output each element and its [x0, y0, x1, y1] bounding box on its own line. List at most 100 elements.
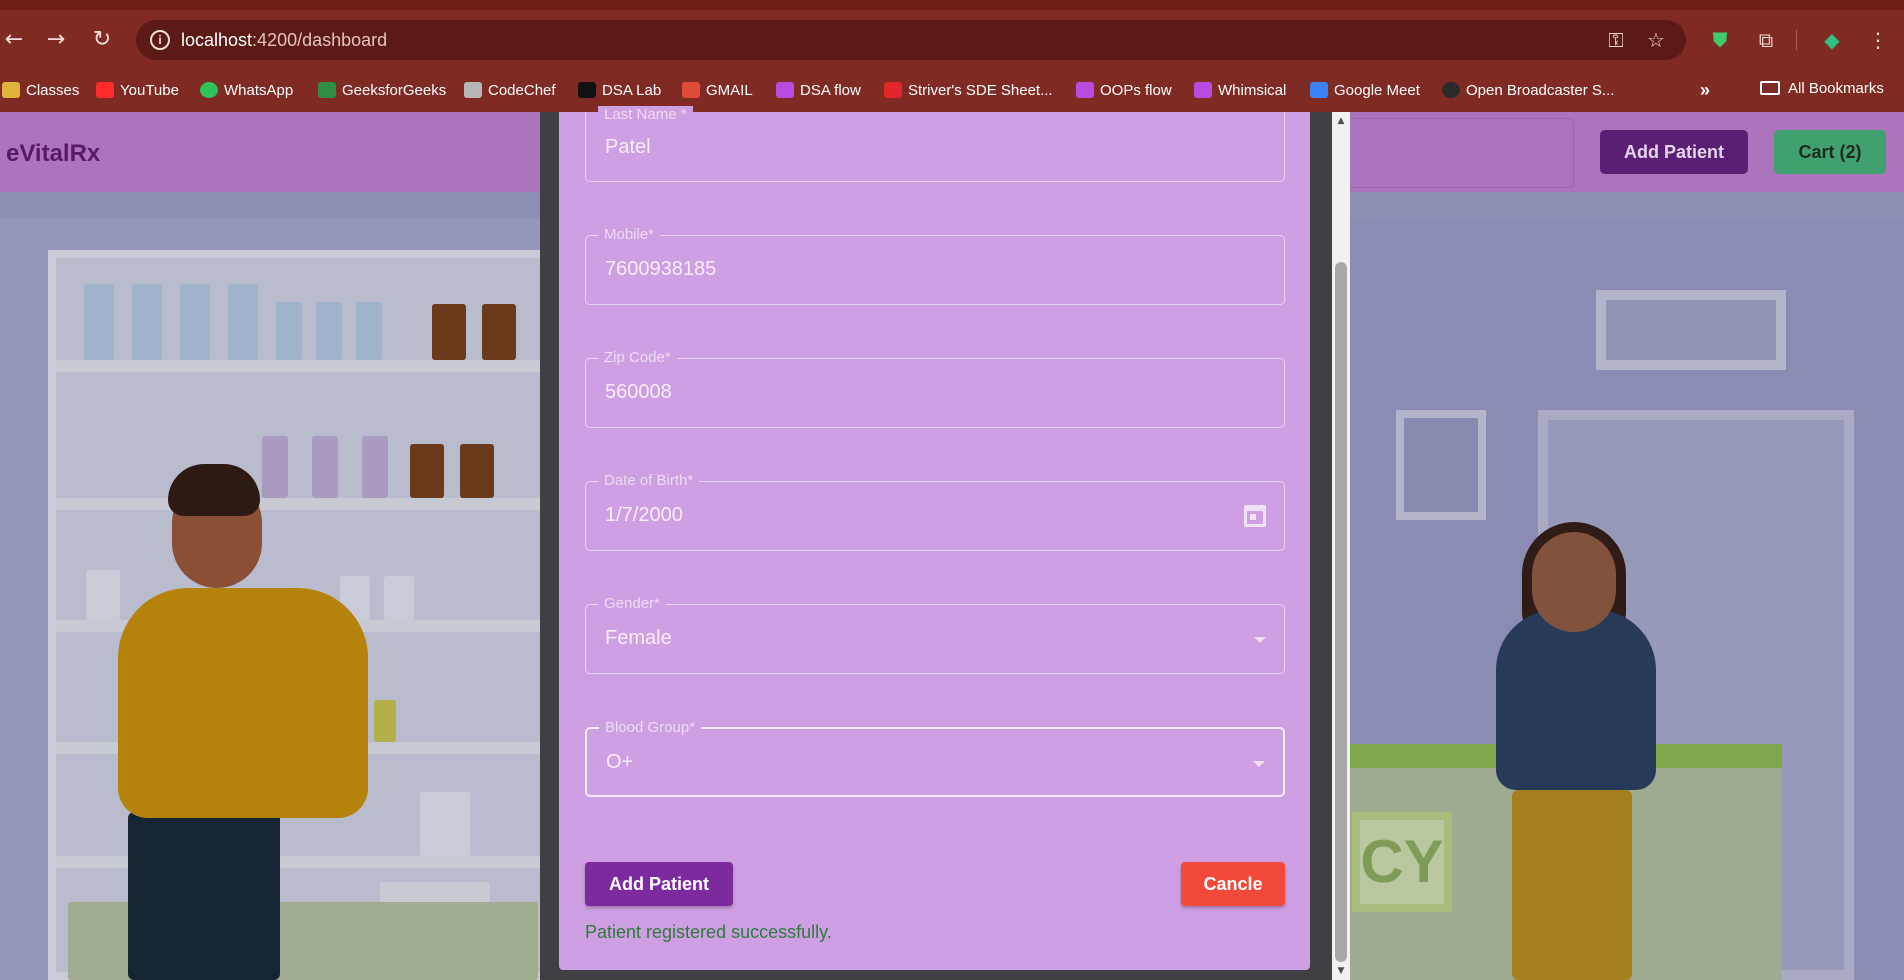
- bookmark-star-icon[interactable]: ☆: [1644, 28, 1668, 52]
- strivers-icon: [884, 82, 902, 98]
- last-name-label: Last Name *: [598, 106, 693, 124]
- blood-group-label: Blood Group*: [599, 719, 702, 737]
- cancel-button[interactable]: Cancle: [1181, 862, 1285, 906]
- zip-code-label: Zip Code*: [598, 349, 677, 367]
- oops-flow-icon: [1076, 82, 1094, 98]
- site-info-icon[interactable]: i: [150, 30, 170, 50]
- illustration-bottle: [228, 284, 258, 360]
- blood-group-value: O+: [606, 751, 634, 773]
- geeksforgeeks-icon: [318, 82, 336, 98]
- illustration-bottle: [316, 302, 342, 360]
- youtube-icon: [96, 82, 114, 98]
- gender-select[interactable]: Gender* Female: [585, 595, 1285, 674]
- illustration-bottle: [460, 444, 494, 498]
- illustration-shelf-board: [56, 360, 566, 372]
- brand-logo[interactable]: eVitalRx: [6, 140, 100, 168]
- illustration-bottle: [132, 284, 162, 360]
- profile-avatar-icon[interactable]: ◆: [1818, 26, 1846, 54]
- zip-code-field[interactable]: Zip Code* 560008: [585, 349, 1285, 428]
- password-key-icon[interactable]: ⚿: [1604, 28, 1628, 52]
- bookmark-whatsapp[interactable]: WhatsApp: [200, 80, 293, 102]
- illustration-bottle: [262, 436, 288, 498]
- bookmark-dsa-lab[interactable]: DSA Lab: [578, 80, 661, 102]
- toolbar-divider: [1796, 30, 1797, 50]
- obs-icon: [1442, 82, 1460, 98]
- gmail-icon: [682, 82, 700, 98]
- cart-button[interactable]: Cart (2): [1774, 130, 1886, 174]
- menu-kebab-icon[interactable]: ⋮: [1864, 26, 1892, 54]
- bookmark-oops-flow[interactable]: OOPs flow: [1076, 80, 1172, 102]
- gender-label: Gender*: [598, 595, 666, 613]
- shield-extension-icon[interactable]: ⛊: [1706, 26, 1734, 54]
- codechef-icon: [464, 82, 482, 98]
- submit-add-patient-button[interactable]: Add Patient: [585, 862, 733, 906]
- illustration-bottle: [432, 304, 466, 360]
- bookmark-google-meet[interactable]: Google Meet: [1310, 80, 1420, 102]
- bookmark-obs[interactable]: Open Broadcaster S...: [1442, 80, 1614, 102]
- illustration-person: [168, 464, 260, 516]
- modal-scrollbar[interactable]: ▲ ▼: [1332, 112, 1350, 980]
- back-arrow-icon[interactable]: ←: [0, 26, 28, 54]
- dsa-flow-icon: [776, 82, 794, 98]
- folder-icon: [1760, 81, 1780, 95]
- bookmark-dsa-flow[interactable]: DSA flow: [776, 80, 861, 102]
- dropdown-caret-icon: [1254, 637, 1266, 643]
- more-bookmarks-chevron-icon[interactable]: »: [1700, 80, 1710, 101]
- bookmark-codechef[interactable]: CodeChef: [464, 80, 556, 102]
- illustration-bottle: [482, 304, 516, 360]
- address-bar[interactable]: i localhost:4200/dashboard ⚿ ☆: [136, 20, 1686, 60]
- illustration-person: [1496, 610, 1656, 790]
- illustration-person: [118, 588, 368, 818]
- bookmark-youtube[interactable]: YouTube: [96, 80, 179, 102]
- scroll-up-arrow-icon[interactable]: ▲: [1332, 112, 1350, 130]
- bookmark-strivers-sheet[interactable]: Striver's SDE Sheet...: [884, 80, 1053, 102]
- gender-value: Female: [605, 627, 672, 649]
- date-of-birth-field[interactable]: Date of Birth* 1/7/2000: [585, 472, 1285, 551]
- bookmark-favicon-icon: [2, 82, 20, 98]
- all-bookmarks[interactable]: All Bookmarks: [1760, 80, 1884, 97]
- illustration-frame: [1596, 290, 1786, 370]
- bookmark-geeksforgeeks[interactable]: GeeksforGeeks: [318, 80, 446, 102]
- mobile-value: 7600938185: [605, 258, 717, 280]
- illustration-box: [420, 792, 470, 856]
- reload-icon[interactable]: ↻: [88, 26, 116, 54]
- whimsical-icon: [1194, 82, 1212, 98]
- blood-group-select[interactable]: Blood Group* O+: [585, 719, 1285, 797]
- illustration-shelf-board: [56, 498, 566, 510]
- illustration-person: [128, 812, 280, 980]
- tab-strip: [0, 0, 1904, 10]
- scroll-down-arrow-icon[interactable]: ▼: [1332, 962, 1350, 980]
- dropdown-caret-icon: [1253, 761, 1265, 767]
- bookmark-classes[interactable]: Classes: [2, 80, 79, 102]
- header-search-field[interactable]: [1340, 118, 1574, 188]
- illustration-bottle: [362, 436, 388, 498]
- whatsapp-icon: [200, 82, 218, 98]
- forward-arrow-icon[interactable]: →: [42, 26, 70, 54]
- bookmarks-bar: Classes YouTube WhatsApp GeeksforGeeks C…: [0, 70, 1904, 112]
- bookmark-gmail[interactable]: GMAIL: [682, 80, 753, 102]
- illustration-bottle: [384, 576, 414, 620]
- extensions-puzzle-icon[interactable]: ⧉: [1752, 26, 1780, 54]
- date-of-birth-value: 1/7/2000: [605, 504, 683, 526]
- scrollbar-thumb[interactable]: [1335, 262, 1347, 962]
- calendar-icon[interactable]: [1244, 505, 1266, 527]
- illustration-bottle: [86, 570, 120, 620]
- last-name-value: Patel: [605, 136, 651, 158]
- mobile-label: Mobile*: [598, 226, 661, 244]
- url-text[interactable]: localhost:4200/dashboard: [181, 30, 387, 51]
- date-of-birth-label: Date of Birth*: [598, 472, 700, 490]
- illustration-bottle: [84, 284, 114, 360]
- add-patient-button[interactable]: Add Patient: [1600, 130, 1748, 174]
- illustration-sign: CY: [1352, 812, 1452, 912]
- zip-code-value: 560008: [605, 381, 672, 403]
- success-message: Patient registered successfully.: [585, 922, 832, 942]
- last-name-field[interactable]: Last Name * Patel: [585, 106, 1285, 182]
- illustration-frame: [1396, 410, 1486, 520]
- mobile-field[interactable]: Mobile* 7600938185: [585, 226, 1285, 305]
- google-meet-icon: [1310, 82, 1328, 98]
- illustration-person: [1532, 532, 1616, 632]
- dsa-lab-icon: [578, 82, 596, 98]
- illustration-person: [1512, 790, 1632, 980]
- browser-toolbar: ← → ↻ i localhost:4200/dashboard ⚿ ☆ ⛊ ⧉…: [0, 10, 1904, 70]
- bookmark-whimsical[interactable]: Whimsical: [1194, 80, 1286, 102]
